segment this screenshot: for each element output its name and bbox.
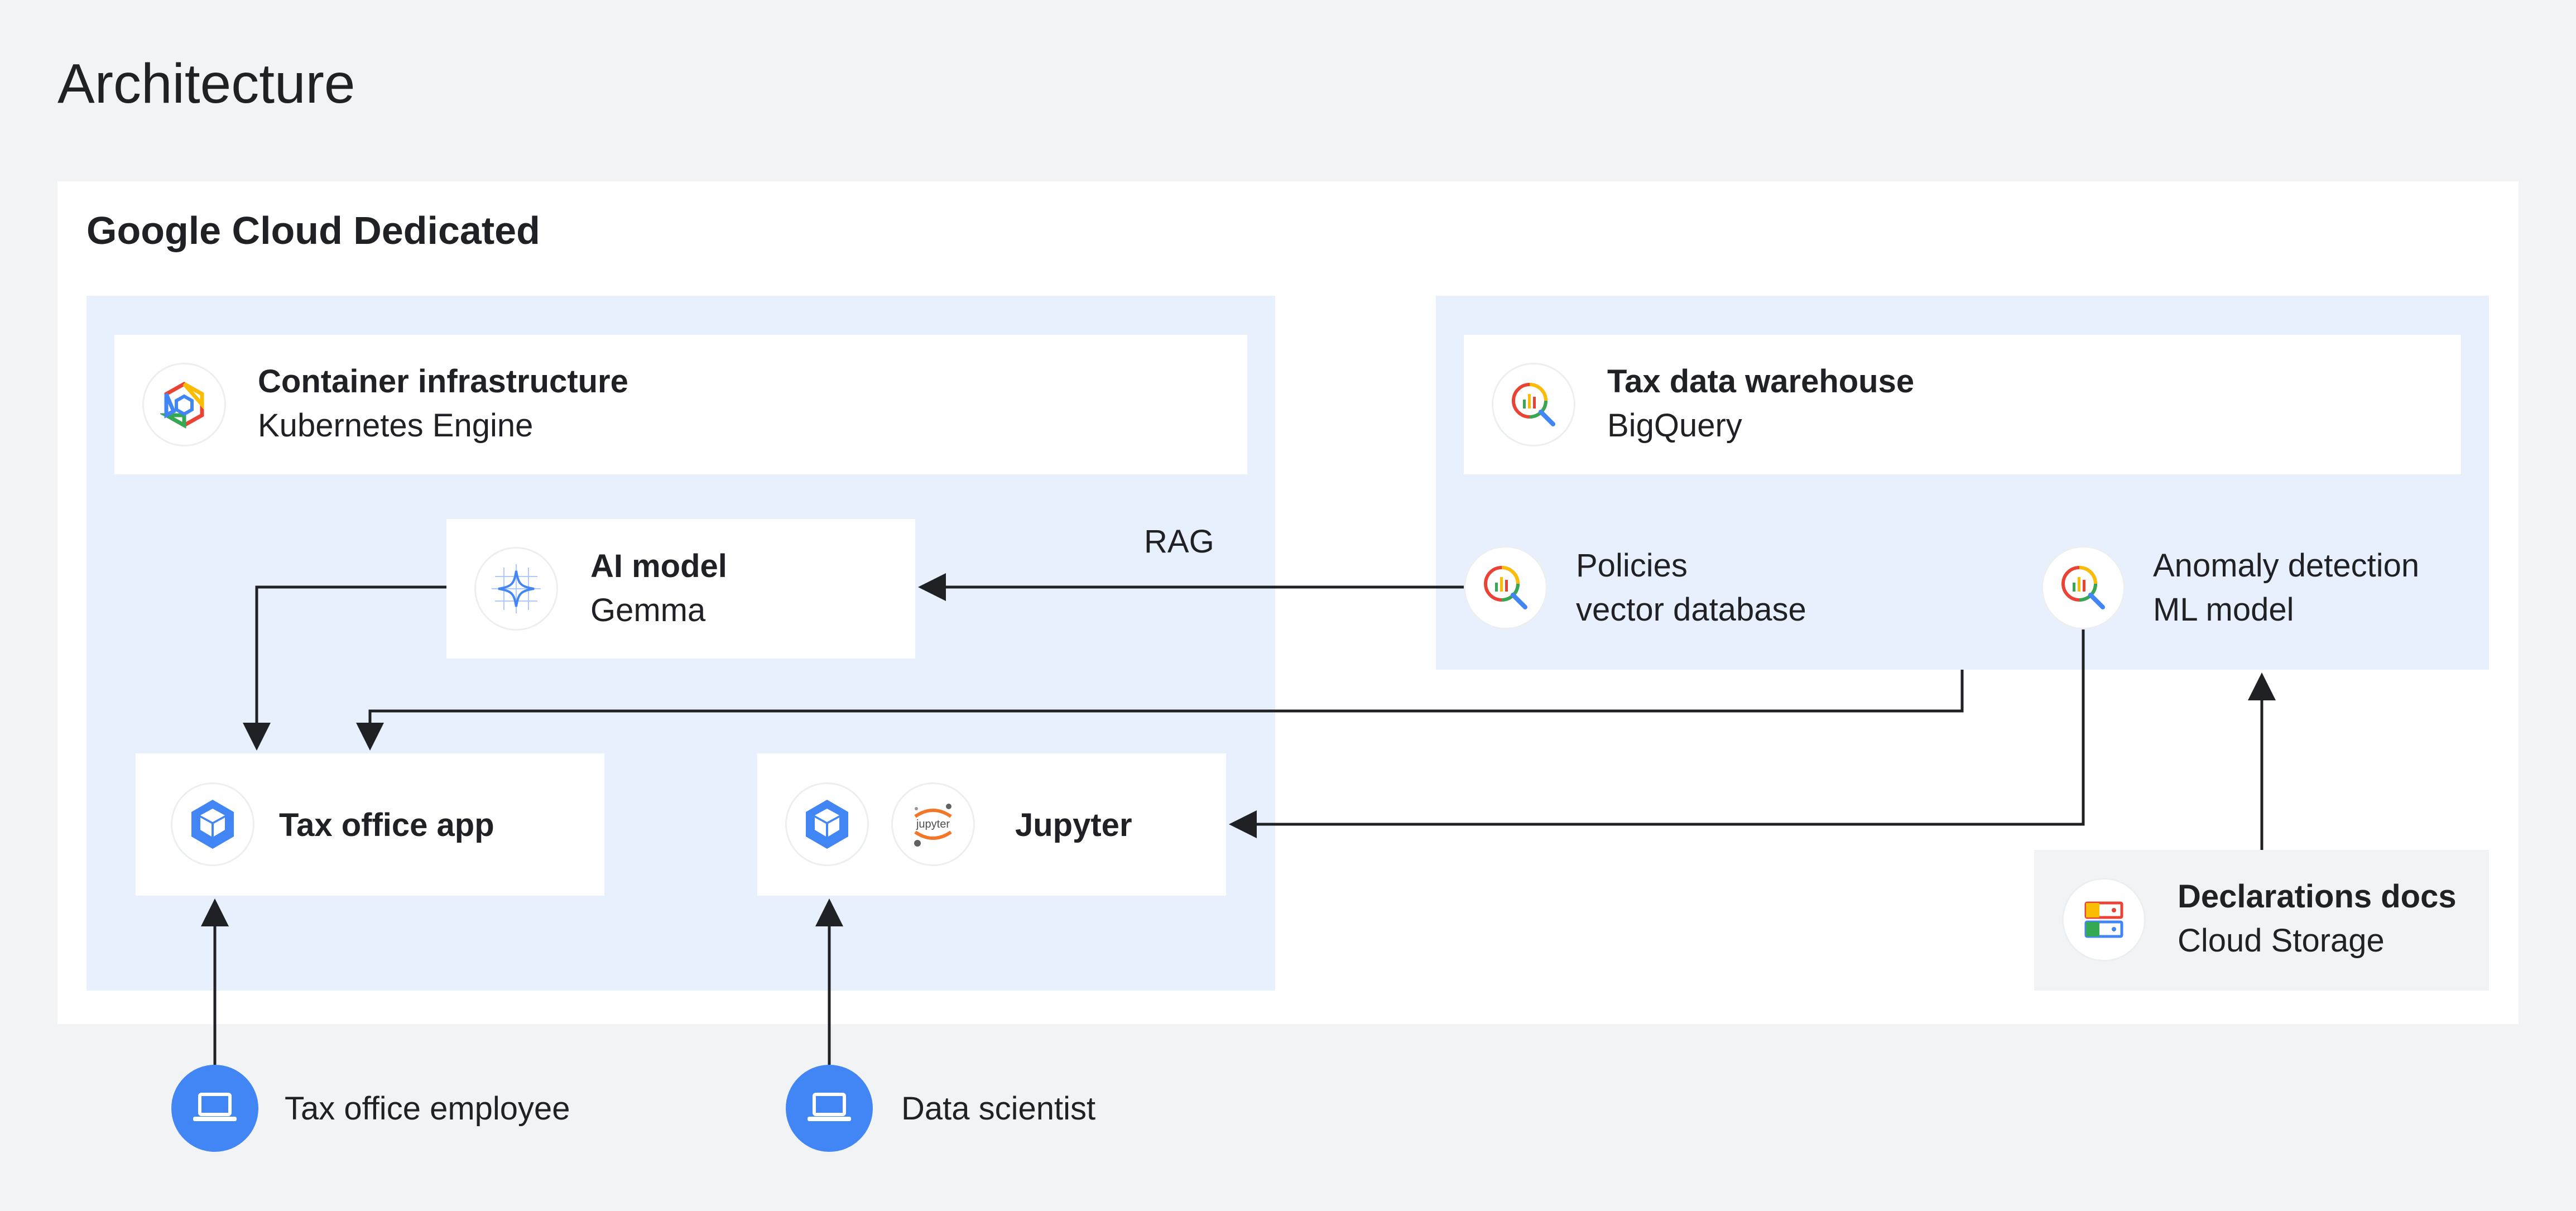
google-cloud-dedicated-title: Google Cloud Dedicated xyxy=(86,209,540,252)
tax-data-warehouse-box[interactable]: Tax data warehouse BigQuery xyxy=(1464,335,2461,474)
tax-office-app-box[interactable]: Tax office app xyxy=(136,753,604,896)
ai-model-title: AI model xyxy=(590,548,727,584)
pod-icon xyxy=(785,782,869,866)
anomaly-line2: ML model xyxy=(2153,592,2294,628)
jupyter-title: Jupyter xyxy=(1015,807,1132,843)
cloud-storage-icon xyxy=(2062,878,2146,962)
laptop-icon[interactable] xyxy=(171,1065,258,1152)
gke-box[interactable]: Container infrastructure Kubernetes Engi… xyxy=(114,335,1247,474)
gke-title: Container infrastructure xyxy=(258,363,628,400)
ai-model-box[interactable]: AI model Gemma xyxy=(446,519,915,659)
anomaly-line1: Anomaly detection xyxy=(2153,547,2420,584)
pod-icon xyxy=(171,782,254,866)
ai-model-subtitle: Gemma xyxy=(590,592,706,628)
tax-office-employee-label: Tax office employee xyxy=(285,1090,570,1127)
gke-subtitle: Kubernetes Engine xyxy=(258,407,534,444)
bigquery-icon xyxy=(1492,363,1575,446)
docs-subtitle: Cloud Storage xyxy=(2178,922,2385,959)
gke-icon xyxy=(142,363,226,446)
bigquery-icon[interactable] xyxy=(1464,546,1547,629)
laptop-icon[interactable] xyxy=(786,1065,873,1152)
policies-line2: vector database xyxy=(1576,592,1806,628)
bigquery-icon[interactable] xyxy=(2041,546,2125,629)
rag-edge-label: RAG xyxy=(1144,523,1214,560)
page-title: Architecture xyxy=(57,52,355,115)
declarations-docs-box[interactable]: Declarations docs Cloud Storage xyxy=(2034,850,2489,991)
docs-title: Declarations docs xyxy=(2178,878,2457,915)
jupyter-icon: jupyter xyxy=(891,782,975,866)
warehouse-title: Tax data warehouse xyxy=(1607,363,1915,400)
data-scientist-label: Data scientist xyxy=(901,1090,1096,1127)
policies-line1: Policies xyxy=(1576,547,1688,584)
warehouse-subtitle: BigQuery xyxy=(1607,407,1742,444)
gemma-icon xyxy=(474,547,558,631)
jupyter-logo-text: jupyter xyxy=(916,818,950,830)
jupyter-box[interactable]: jupyter Jupyter xyxy=(757,753,1226,896)
tax-office-app-title: Tax office app xyxy=(279,807,494,843)
